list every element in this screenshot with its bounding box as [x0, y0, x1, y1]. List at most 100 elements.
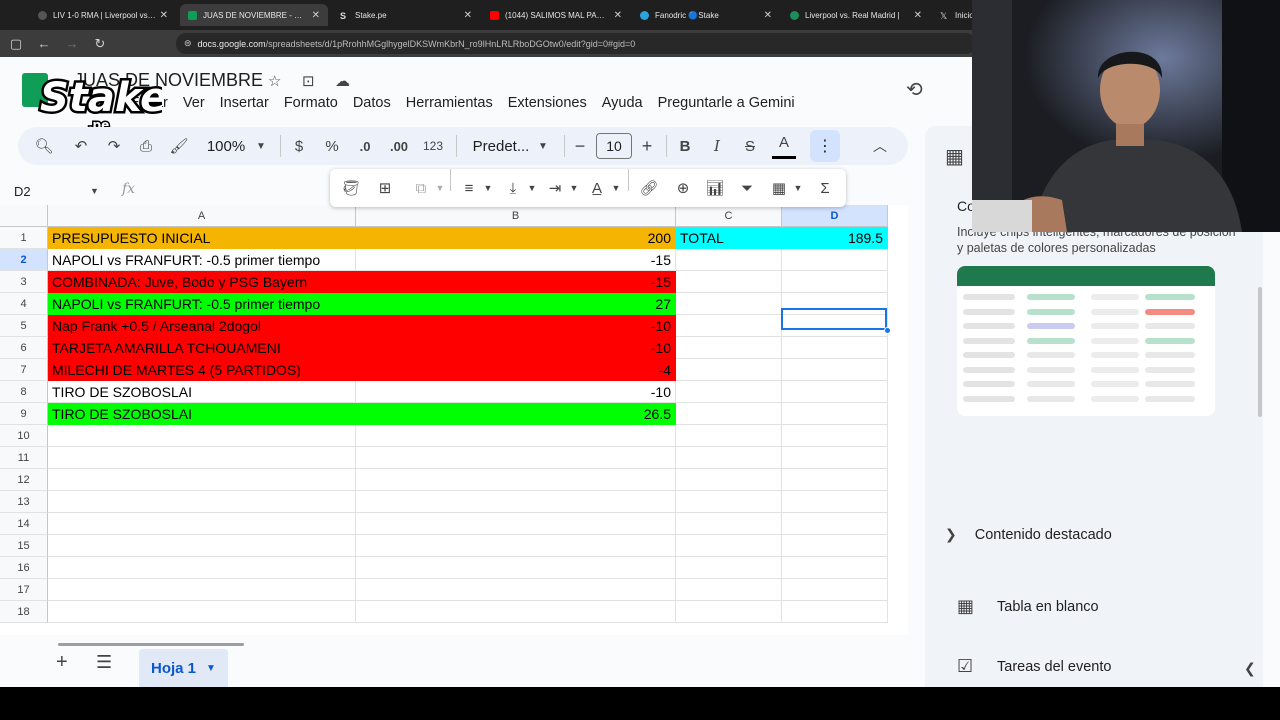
- filter-icon[interactable]: ⏷: [736, 169, 758, 207]
- cell-d[interactable]: [782, 381, 888, 403]
- chevron-down-icon[interactable]: ▼: [610, 169, 622, 207]
- all-sheets-icon[interactable]: ☰: [96, 652, 112, 673]
- menu-format[interactable]: Formato: [284, 95, 338, 111]
- chevron-down-icon[interactable]: ▼: [536, 127, 550, 165]
- cell-b[interactable]: [356, 579, 676, 601]
- cell-c[interactable]: [676, 315, 782, 337]
- cell-c[interactable]: [676, 249, 782, 271]
- insert-chart-icon[interactable]: 📊︎: [704, 169, 726, 207]
- text-color-icon[interactable]: A: [772, 129, 796, 159]
- row-header[interactable]: 7: [0, 359, 48, 381]
- row-header[interactable]: 15: [0, 535, 48, 557]
- cell-a[interactable]: [48, 513, 356, 535]
- merge-cells-icon[interactable]: ⧉: [410, 169, 432, 207]
- decrease-decimal-button[interactable]: .0: [354, 127, 376, 165]
- insert-comment-icon[interactable]: ⊕: [672, 169, 694, 207]
- menu-gemini[interactable]: Preguntarle a Gemini: [658, 95, 795, 111]
- cell-c[interactable]: [676, 359, 782, 381]
- cell-c[interactable]: [676, 491, 782, 513]
- cell-a[interactable]: COMBINADA: Juve, Bodo y PSG Bayern: [48, 271, 356, 293]
- cell-a[interactable]: TIRO DE SZOBOSLAI: [48, 381, 356, 403]
- chevron-down-icon[interactable]: ▼: [792, 169, 804, 207]
- cell-a[interactable]: [48, 469, 356, 491]
- table-template-preview[interactable]: [957, 266, 1215, 416]
- forward-arrow-icon[interactable]: →: [60, 32, 84, 56]
- collapse-toolbar-icon[interactable]: ︿: [870, 127, 890, 165]
- cell-b[interactable]: [356, 557, 676, 579]
- close-icon[interactable]: ✕: [914, 10, 922, 21]
- cell-c[interactable]: [676, 293, 782, 315]
- cell-d[interactable]: [782, 271, 888, 293]
- column-header-c[interactable]: C: [676, 205, 782, 227]
- column-header-b[interactable]: B: [356, 205, 676, 227]
- increase-decimal-button[interactable]: .00: [386, 127, 412, 165]
- cell-b[interactable]: 27: [356, 293, 676, 315]
- more-formats-button[interactable]: 123: [420, 127, 446, 165]
- cell-a[interactable]: [48, 601, 356, 623]
- decrease-font-size-icon[interactable]: −: [572, 127, 588, 165]
- browser-tab-sheets[interactable]: JUAS DE NOVIEMBRE - Hojas de ✕: [180, 4, 328, 26]
- cell-a[interactable]: [48, 447, 356, 469]
- menu-help[interactable]: Ayuda: [602, 95, 643, 111]
- percent-format-button[interactable]: %: [322, 127, 342, 165]
- chevron-left-icon[interactable]: ❮: [1244, 660, 1256, 677]
- cell-a[interactable]: TARJETA AMARILLA TCHOUAMENI: [48, 337, 356, 359]
- cell-b[interactable]: [356, 513, 676, 535]
- row-header[interactable]: 4: [0, 293, 48, 315]
- cell-a[interactable]: [48, 491, 356, 513]
- paint-format-icon[interactable]: 🖌︎: [168, 127, 190, 165]
- menu-view[interactable]: Ver: [183, 95, 205, 111]
- version-history-icon[interactable]: ⟲: [906, 77, 923, 102]
- search-menus-icon[interactable]: 🔍︎: [34, 127, 54, 165]
- cell-c[interactable]: [676, 271, 782, 293]
- cell-d[interactable]: [782, 447, 888, 469]
- font-family-select[interactable]: Predet...: [468, 127, 534, 165]
- cell-a[interactable]: [48, 557, 356, 579]
- chevron-down-icon[interactable]: ▼: [526, 169, 538, 207]
- panel-scrollbar[interactable]: [1258, 287, 1262, 417]
- close-icon[interactable]: ✕: [764, 10, 772, 21]
- row-header[interactable]: 8: [0, 381, 48, 403]
- cell-c[interactable]: [676, 381, 782, 403]
- cell-a[interactable]: Nap Frank +0.5 / Arseanal 2dogol: [48, 315, 356, 337]
- close-icon[interactable]: ✕: [312, 10, 320, 21]
- currency-format-button[interactable]: $: [290, 127, 308, 165]
- text-wrapping-icon[interactable]: ⇥: [544, 169, 566, 207]
- cell-b[interactable]: -15: [356, 249, 676, 271]
- row-header[interactable]: 2: [0, 249, 48, 271]
- cell-d[interactable]: [782, 579, 888, 601]
- tab-search-icon[interactable]: ▢: [4, 32, 28, 56]
- row-header[interactable]: 18: [0, 601, 48, 623]
- row-header[interactable]: 5: [0, 315, 48, 337]
- cell-b[interactable]: [356, 425, 676, 447]
- cell-d[interactable]: [782, 469, 888, 491]
- increase-font-size-icon[interactable]: +: [638, 127, 656, 165]
- close-icon[interactable]: ✕: [160, 10, 168, 21]
- cell-d[interactable]: [782, 359, 888, 381]
- bold-icon[interactable]: B: [676, 127, 694, 165]
- cell-c[interactable]: [676, 403, 782, 425]
- borders-icon[interactable]: ⊞: [374, 169, 396, 207]
- cell-d[interactable]: [782, 403, 888, 425]
- cell-b[interactable]: [356, 469, 676, 491]
- chevron-down-icon[interactable]: ▼: [434, 169, 446, 207]
- site-info-icon[interactable]: ⊜: [184, 38, 192, 49]
- row-header[interactable]: 1: [0, 227, 48, 249]
- browser-tab-telegram[interactable]: Fanodric 🔵Stake ✕: [632, 4, 780, 26]
- select-all-corner[interactable]: [0, 205, 48, 227]
- cell-d[interactable]: [782, 557, 888, 579]
- close-icon[interactable]: ✕: [464, 10, 472, 21]
- text-rotation-icon[interactable]: A̲: [586, 169, 608, 207]
- cell-a[interactable]: PRESUPUESTO INICIAL: [48, 227, 356, 249]
- fill-handle[interactable]: [884, 327, 891, 334]
- cell-d[interactable]: [782, 601, 888, 623]
- cell-a[interactable]: MILECHI DE MARTES 4 (5 PARTIDOS): [48, 359, 356, 381]
- vertical-align-icon[interactable]: ⤓: [502, 169, 524, 207]
- strikethrough-icon[interactable]: S: [740, 127, 760, 165]
- cell-a[interactable]: [48, 425, 356, 447]
- column-header-d[interactable]: D: [782, 205, 888, 227]
- star-icon[interactable]: ☆: [268, 72, 281, 90]
- cell-d[interactable]: 189.5: [782, 227, 888, 249]
- row-header[interactable]: 14: [0, 513, 48, 535]
- functions-icon[interactable]: Σ: [814, 169, 836, 207]
